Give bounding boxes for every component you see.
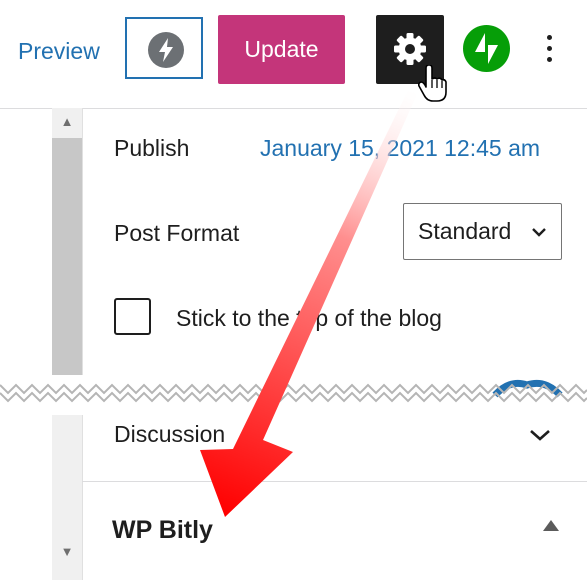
publish-label: Publish (114, 135, 190, 161)
update-button[interactable]: Update (218, 15, 345, 84)
torn-edge-divider (0, 375, 587, 415)
post-format-value: Standard (418, 218, 512, 244)
scroll-down-icon[interactable]: ▼ (52, 540, 82, 564)
preview-button[interactable]: Preview (18, 38, 100, 65)
discussion-panel-toggle[interactable]: Discussion (114, 421, 225, 448)
chevron-down-icon[interactable] (527, 423, 553, 447)
more-vertical-icon (545, 35, 553, 62)
publish-date-link[interactable]: January 15, 2021 12:45 am (260, 135, 540, 162)
panel-divider (82, 481, 587, 482)
jetpack-icon (475, 33, 498, 64)
post-format-select[interactable]: Standard (403, 203, 562, 260)
sticky-label: Stick to the top of the blog (176, 305, 442, 331)
more-options-button[interactable] (545, 35, 553, 67)
hand-pointer-cursor-icon (418, 65, 447, 102)
sticky-checkbox[interactable] (114, 298, 151, 335)
performance-button[interactable] (125, 17, 203, 79)
scroll-up-icon[interactable]: ▲ (52, 110, 82, 134)
caret-up-icon[interactable] (543, 520, 559, 531)
scrollbar-thumb[interactable] (52, 138, 82, 388)
chevron-down-icon (532, 228, 546, 237)
lightning-icon (148, 32, 184, 68)
wp-bitly-panel-toggle[interactable]: WP Bitly (112, 516, 213, 545)
post-format-label: Post Format (114, 220, 240, 246)
jetpack-button[interactable] (463, 25, 510, 72)
